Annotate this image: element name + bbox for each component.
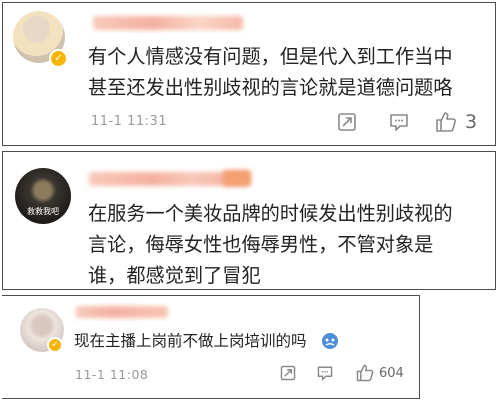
username-blurred[interactable] bbox=[93, 16, 243, 30]
thumbs-up-icon[interactable] bbox=[434, 110, 458, 134]
comment-text: 在服务一个美妆品牌的时候发出性别歧视的 言论，侮辱女性也侮辱男性，不管对象是 谁… bbox=[88, 202, 453, 287]
comment-icon[interactable] bbox=[316, 364, 334, 382]
comment-timestamp: 11-1 11:08 bbox=[75, 367, 149, 382]
comment-card: ✓ 有个人情感没有问题，但是代入到工作当中 甚至还发出性别歧视的言论就是道德问题… bbox=[2, 2, 496, 146]
comment-text: 现在主播上岗前不做上岗培训的吗 bbox=[74, 332, 307, 350]
share-icon[interactable] bbox=[279, 364, 297, 382]
badge-blurred bbox=[223, 170, 251, 186]
comment-timestamp: 11-1 11:31 bbox=[91, 114, 168, 129]
crying-face-emoji-icon bbox=[322, 333, 338, 349]
thumbs-up-icon[interactable] bbox=[355, 363, 375, 383]
share-icon[interactable] bbox=[336, 111, 358, 133]
verified-badge-icon: ✓ bbox=[49, 49, 68, 68]
avatar-caption: 救救我吧 bbox=[27, 207, 59, 216]
comment-card: 救救我吧 在服务一个美妆品牌的时候发出性别歧视的 言论，侮辱女性也侮辱男性，不管… bbox=[2, 151, 496, 290]
verified-badge-icon: ✓ bbox=[47, 337, 63, 353]
user-avatar[interactable]: 救救我吧 bbox=[15, 168, 71, 224]
comment-card: ✓ 现在主播上岗前不做上岗培训的吗 11-1 11:08 604 bbox=[2, 295, 420, 399]
comment-icon[interactable] bbox=[388, 111, 410, 133]
comment-text: 有个人情感没有问题，但是代入到工作当中 甚至还发出性别歧视的言论就是道德问题咯 bbox=[88, 45, 453, 99]
like-count: 604 bbox=[379, 366, 404, 381]
like-count: 3 bbox=[465, 111, 478, 133]
username-blurred[interactable] bbox=[76, 306, 168, 318]
